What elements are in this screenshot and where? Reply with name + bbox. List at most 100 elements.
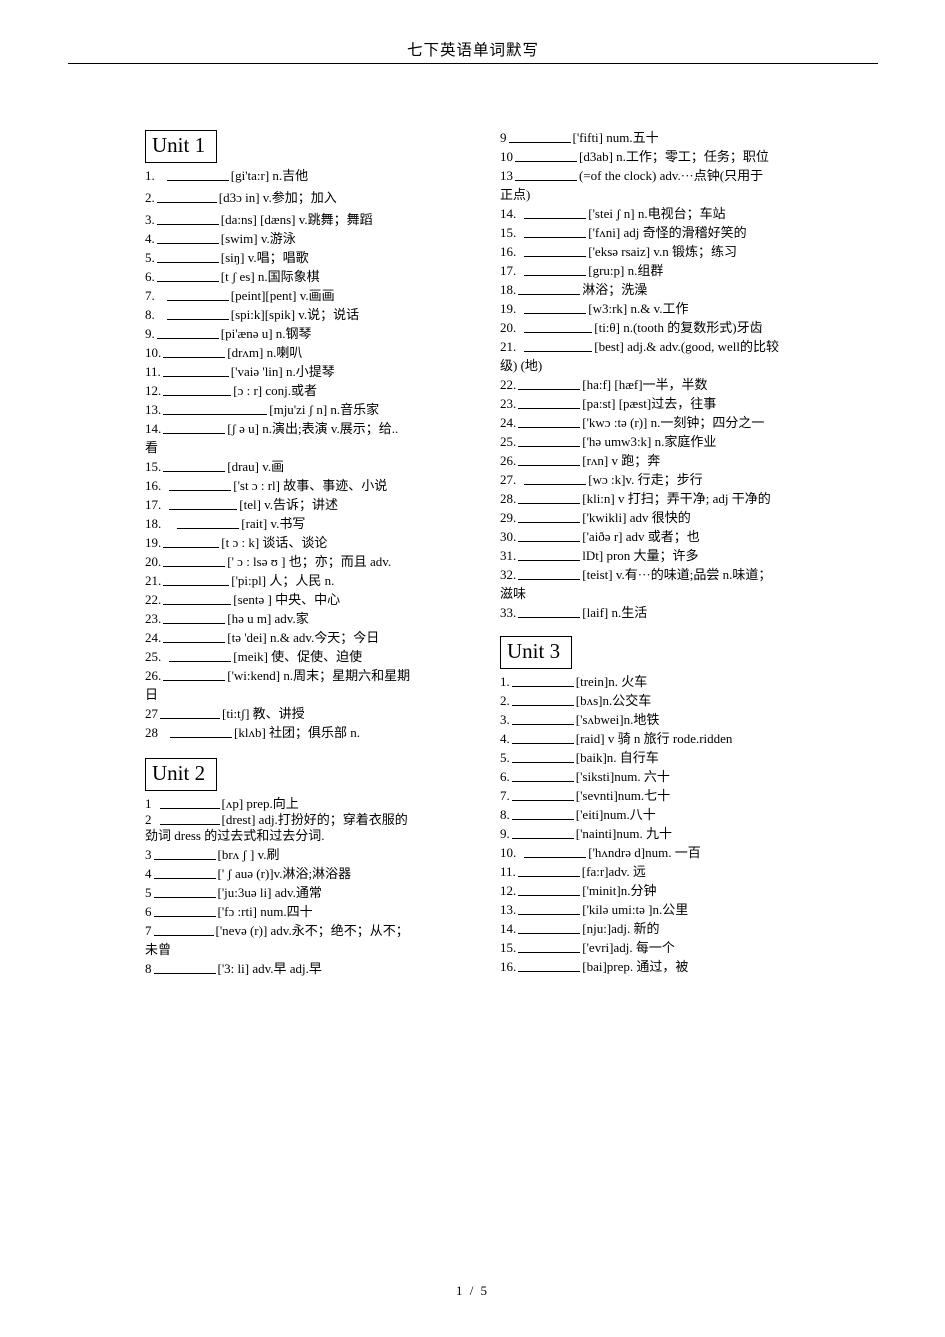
vocab-entry: 7 ['nevə (r)] adv.永不；绝不；从不； (145, 923, 500, 938)
answer-blank[interactable] (153, 905, 216, 917)
answer-blank[interactable] (518, 884, 581, 896)
entry-number: 5 (145, 885, 152, 900)
answer-blank[interactable] (508, 131, 571, 143)
answer-blank[interactable] (163, 574, 230, 586)
entry-number: 32. (500, 567, 517, 582)
answer-blank[interactable] (163, 346, 226, 358)
answer-blank[interactable] (166, 289, 229, 301)
answer-blank[interactable] (515, 169, 577, 181)
answer-blank[interactable] (170, 726, 232, 738)
entry-gloss-continuation: 级) (地) (500, 358, 543, 373)
answer-blank[interactable] (511, 827, 574, 839)
answer-blank[interactable] (517, 865, 580, 877)
answer-blank[interactable] (153, 962, 216, 974)
answer-blank[interactable] (518, 960, 581, 972)
answer-blank[interactable] (524, 264, 587, 276)
answer-blank[interactable] (156, 327, 219, 339)
answer-blank[interactable] (524, 207, 587, 219)
answer-blank[interactable] (511, 732, 574, 744)
vocab-entry: 10 [d3ab] n.工作；零工；任务；职位 (500, 149, 860, 164)
entry-gloss: [gi'ta:r] n.吉他 (230, 168, 309, 183)
answer-blank[interactable] (177, 517, 240, 529)
answer-blank[interactable] (163, 555, 226, 567)
answer-blank[interactable] (524, 340, 593, 352)
answer-blank[interactable] (524, 226, 587, 238)
answer-blank[interactable] (166, 308, 229, 320)
answer-blank[interactable] (511, 770, 574, 782)
answer-blank[interactable] (169, 479, 232, 491)
answer-blank[interactable] (518, 903, 581, 915)
answer-blank[interactable] (163, 460, 226, 472)
answer-blank[interactable] (159, 813, 220, 825)
vocab-entry: 1 [ʌp] prep.向上 (145, 796, 500, 811)
entry-gloss: [drʌm] n.喇叭 (227, 345, 303, 360)
entry-gloss-continuation: 日 (145, 687, 159, 702)
answer-blank[interactable] (166, 169, 229, 181)
answer-blank[interactable] (518, 941, 581, 953)
answer-blank[interactable] (163, 612, 226, 624)
answer-blank[interactable] (524, 245, 587, 257)
answer-blank[interactable] (153, 886, 216, 898)
answer-blank[interactable] (524, 846, 587, 858)
answer-blank[interactable] (518, 397, 581, 409)
entry-gloss-continuation: 看 (145, 440, 159, 455)
answer-blank[interactable] (163, 669, 226, 681)
answer-blank[interactable] (518, 530, 581, 542)
answer-blank[interactable] (511, 751, 574, 763)
answer-blank[interactable] (169, 650, 232, 662)
right-column: 9 ['fifti] num.五十 10 [d3ab] n.工作；零工；任务；职位 13… (500, 130, 860, 980)
answer-blank[interactable] (518, 416, 581, 428)
answer-blank[interactable] (156, 191, 217, 203)
answer-blank[interactable] (518, 568, 581, 580)
answer-blank[interactable] (511, 789, 574, 801)
answer-blank[interactable] (153, 924, 214, 936)
answer-blank[interactable] (156, 232, 219, 244)
answer-blank[interactable] (163, 593, 232, 605)
answer-blank[interactable] (163, 631, 226, 643)
answer-blank[interactable] (153, 848, 216, 860)
entry-number: 9. (145, 326, 155, 341)
answer-blank[interactable] (163, 403, 268, 415)
entry-gloss: [drest] adj.打扮好的；穿着衣服的 (221, 812, 408, 827)
answer-blank[interactable] (518, 378, 581, 390)
answer-blank[interactable] (511, 675, 574, 687)
answer-blank[interactable] (163, 422, 226, 434)
answer-blank[interactable] (163, 384, 232, 396)
answer-blank[interactable] (524, 321, 593, 333)
answer-blank[interactable] (518, 922, 581, 934)
answer-blank[interactable] (515, 150, 577, 162)
answer-blank[interactable] (160, 707, 220, 719)
answer-blank[interactable] (518, 435, 581, 447)
answer-blank[interactable] (156, 213, 219, 225)
entry-number: 1 (145, 796, 152, 811)
vocab-entry: 27. [wɔ :k]v. 行走；步行 (500, 472, 860, 487)
answer-blank[interactable] (524, 473, 587, 485)
entry-gloss-continuation: 正点) (500, 187, 531, 202)
vocab-entry: 2. [d3ɔ in] v.参加；加入 (145, 190, 500, 205)
answer-blank[interactable] (511, 694, 574, 706)
entry-gloss: ['kilə umi:tə ]n.公里 (582, 902, 689, 917)
entry-number: 23. (500, 396, 517, 411)
vocab-entry: 18. [rait] v.书写 (145, 516, 500, 531)
answer-blank[interactable] (162, 365, 229, 377)
answer-blank[interactable] (518, 492, 581, 504)
unit-1-heading: Unit 1 (145, 130, 218, 163)
answer-blank[interactable] (159, 797, 220, 809)
unit-3-entry-list: 1. [trein]n. 火车 2. [bʌs]n.公交车 3. ['sʌbwei]n.地… (500, 674, 860, 974)
vocab-entry: 9. [pi'ænə u] n.钢琴 (145, 326, 500, 341)
answer-blank[interactable] (518, 283, 581, 295)
entry-number: 4. (500, 731, 510, 746)
answer-blank[interactable] (153, 867, 216, 879)
answer-blank[interactable] (524, 302, 587, 314)
answer-blank[interactable] (518, 454, 581, 466)
entry-number: 6. (500, 769, 510, 784)
answer-blank[interactable] (156, 251, 219, 263)
answer-blank[interactable] (156, 270, 219, 282)
answer-blank[interactable] (518, 549, 581, 561)
answer-blank[interactable] (169, 498, 238, 510)
answer-blank[interactable] (163, 536, 220, 548)
answer-blank[interactable] (518, 606, 581, 618)
answer-blank[interactable] (518, 511, 581, 523)
answer-blank[interactable] (511, 713, 574, 725)
answer-blank[interactable] (511, 808, 574, 820)
